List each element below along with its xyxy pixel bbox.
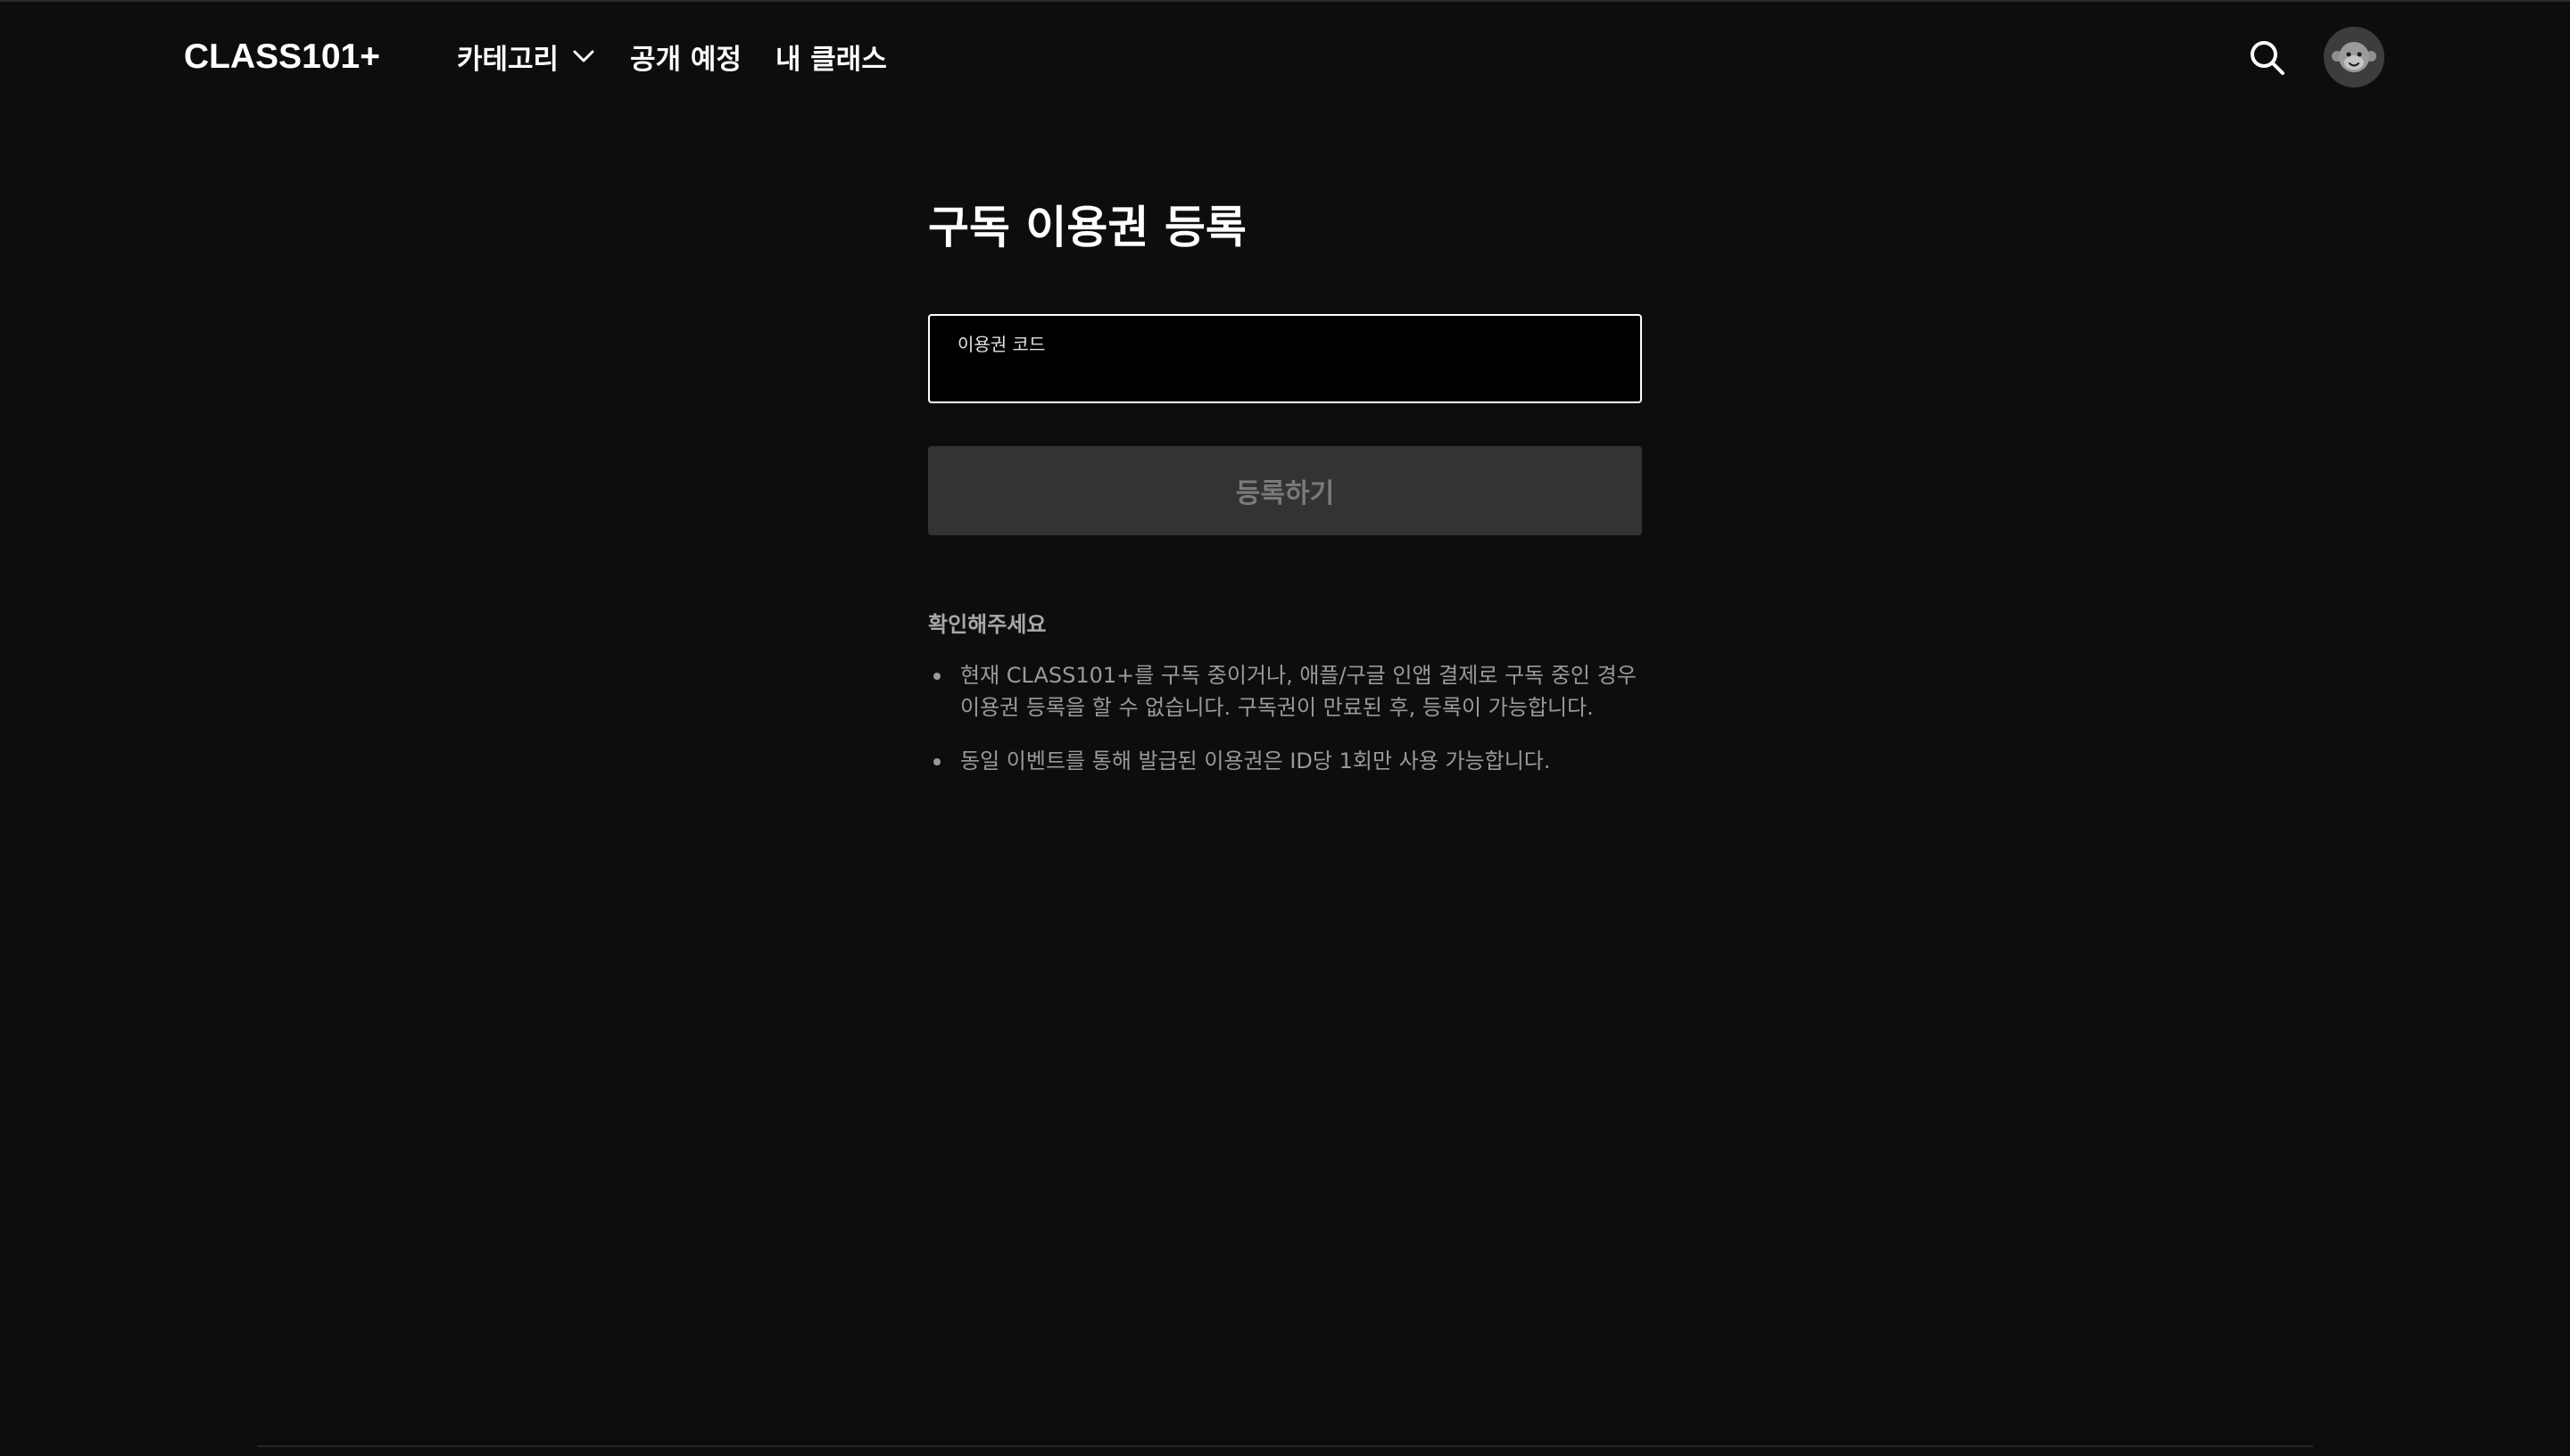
voucher-code-input[interactable] bbox=[957, 359, 1617, 393]
notice-title: 확인해주세요 bbox=[928, 612, 1047, 637]
nav-item-category-label: 카테고리 bbox=[457, 43, 560, 76]
bullet-dot bbox=[933, 758, 941, 765]
notice-list: 현재 CLASS101+를 구독 중이거나, 애플/구글 인앱 결제로 구독 중… bbox=[928, 659, 1642, 777]
search-icon bbox=[2251, 41, 2284, 75]
register-button[interactable]: 등록하기 bbox=[928, 446, 1642, 535]
notice-item-text: 동일 이벤트를 통해 발급된 이용권은 ID당 1회만 사용 가능합니다. bbox=[960, 749, 1551, 774]
nav-item-my-classes[interactable]: 내 클래스 bbox=[775, 37, 887, 77]
voucher-code-field[interactable]: 이용권 코드 bbox=[928, 314, 1642, 403]
nav-item-my-classes-label: 내 클래스 bbox=[775, 43, 887, 76]
nav-item-upcoming-label: 공개 예정 bbox=[630, 43, 742, 76]
search-button[interactable] bbox=[2247, 37, 2288, 79]
bullet-dot bbox=[933, 673, 941, 680]
top-navigation-bar: CLASS101+ 카테고리 공개 예정 내 클래스 bbox=[0, 0, 2570, 114]
chevron-down-icon bbox=[571, 44, 596, 69]
profile-avatar-button[interactable] bbox=[2324, 27, 2384, 87]
footer-divider bbox=[257, 1445, 2313, 1447]
voucher-code-label: 이용권 코드 bbox=[958, 334, 1046, 355]
voucher-registration-section: 구독 이용권 등록 이용권 코드 등록하기 확인해주세요 현재 CLASS101… bbox=[928, 196, 1642, 774]
class101-logo[interactable]: CLASS101+ bbox=[184, 36, 380, 79]
nav-item-category[interactable]: 카테고리 bbox=[457, 37, 596, 77]
notice-item: 현재 CLASS101+를 구독 중이거나, 애플/구글 인앱 결제로 구독 중… bbox=[928, 659, 1642, 724]
page-title: 구독 이용권 등록 bbox=[928, 202, 1247, 253]
notice-item: 동일 이벤트를 통해 발급된 이용권은 ID당 1회만 사용 가능합니다. bbox=[928, 745, 1642, 777]
notice-section: 확인해주세요 현재 CLASS101+를 구독 중이거나, 애플/구글 인앱 결… bbox=[928, 607, 1642, 798]
notice-item-text: 현재 CLASS101+를 구독 중이거나, 애플/구글 인앱 결제로 구독 중… bbox=[960, 663, 1637, 720]
nav-item-upcoming[interactable]: 공개 예정 bbox=[630, 37, 742, 77]
monkey-avatar-icon bbox=[2324, 27, 2384, 87]
main-nav: 카테고리 공개 예정 내 클래스 bbox=[457, 34, 921, 79]
